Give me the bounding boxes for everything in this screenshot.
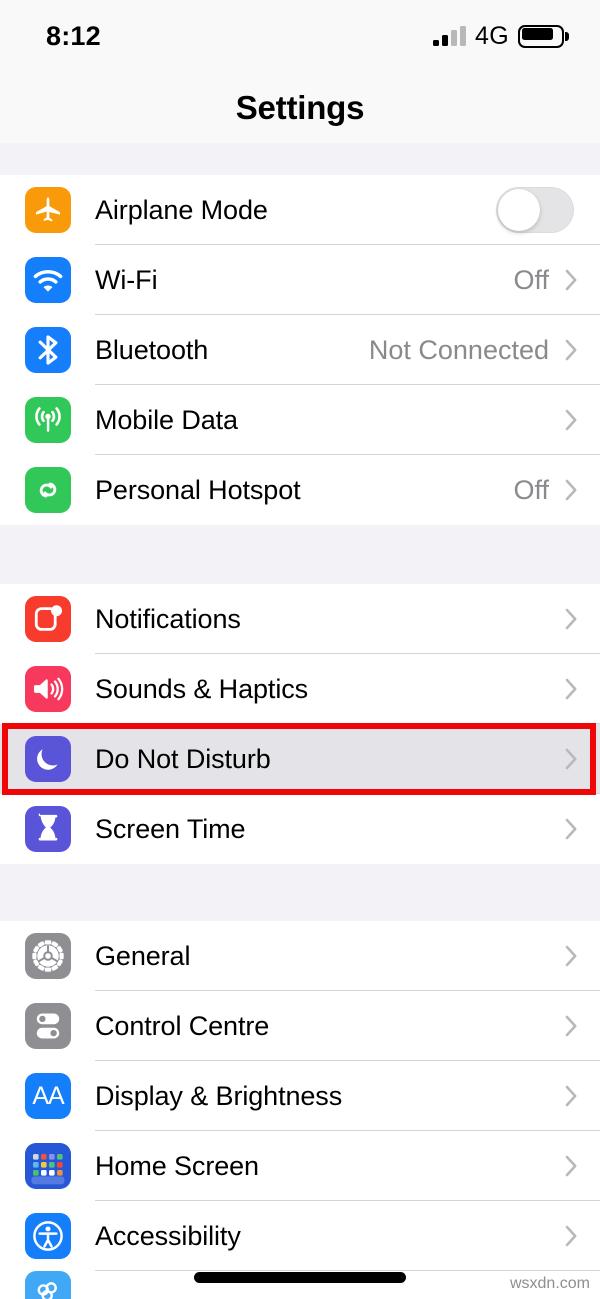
- bluetooth-icon: [25, 327, 71, 373]
- chevron-right-icon: [565, 1155, 578, 1177]
- row-label: Wi-Fi: [95, 264, 158, 295]
- row-value: Not Connected: [368, 334, 549, 365]
- row-label: Screen Time: [95, 813, 246, 844]
- row-label: General: [95, 940, 191, 971]
- row-label: Mobile Data: [95, 404, 238, 435]
- iphone-settings-screen: 8:12 4G Settings Airplane Mode Wi-Fi Off B…: [0, 0, 600, 1299]
- settings-row-screen-time[interactable]: Screen Time: [0, 794, 600, 864]
- chevron-right-icon: [565, 748, 578, 770]
- row-accessory: [565, 409, 600, 431]
- row-accessory: [565, 1015, 600, 1037]
- settings-row-do-not-disturb[interactable]: Do Not Disturb: [0, 724, 600, 794]
- wifi-icon: [25, 257, 71, 303]
- chevron-right-icon: [565, 678, 578, 700]
- settings-group-system: General Control Centre AA Display & Bright…: [0, 921, 600, 1299]
- row-accessory: [565, 678, 600, 700]
- chevron-right-icon: [565, 1225, 578, 1247]
- settings-row-airplane-mode[interactable]: Airplane Mode: [0, 175, 600, 245]
- settings-group-alerts: Notifications Sounds & Haptics Do Not Dis…: [0, 584, 600, 864]
- gear-icon: [25, 933, 71, 979]
- status-time: 8:12: [46, 20, 101, 51]
- status-indicators: 4G: [433, 21, 569, 51]
- settings-group-connectivity: Airplane Mode Wi-Fi Off Bluetooth Not Conne…: [0, 175, 600, 525]
- row-label: Notifications: [95, 603, 241, 634]
- chevron-right-icon: [565, 1015, 578, 1037]
- status-bar: 8:12 4G: [0, 0, 600, 72]
- group-spacer-2: [0, 864, 600, 921]
- row-accessory: [565, 818, 600, 840]
- chevron-right-icon: [565, 339, 578, 361]
- row-accessory: [565, 945, 600, 967]
- settings-row-personal-hotspot[interactable]: Personal Hotspot Off: [0, 455, 600, 525]
- chevron-right-icon: [565, 409, 578, 431]
- row-accessory: [565, 1225, 600, 1247]
- row-label: Control Centre: [95, 1010, 270, 1041]
- navigation-bar: Settings: [0, 72, 600, 143]
- hourglass-icon: [25, 806, 71, 852]
- row-label: Airplane Mode: [95, 194, 268, 225]
- row-label: Personal Hotspot: [95, 474, 301, 505]
- moon-icon: [25, 736, 71, 782]
- row-label: Sounds & Haptics: [95, 673, 309, 704]
- chevron-right-icon: [565, 479, 578, 501]
- antenna-icon: [25, 397, 71, 443]
- cellular-signal-icon: [433, 26, 467, 46]
- row-accessory: [565, 608, 600, 630]
- row-accessory: [565, 1085, 600, 1107]
- chevron-right-icon: [565, 818, 578, 840]
- chevron-right-icon: [565, 1085, 578, 1107]
- row-accessory: [565, 1155, 600, 1177]
- settings-row-display-brightness[interactable]: AA Display & Brightness: [0, 1061, 600, 1131]
- accessibility-person-icon: [25, 1213, 71, 1259]
- hotspot-icon: [25, 467, 71, 513]
- chevron-right-icon: [565, 945, 578, 967]
- network-type-label: 4G: [475, 21, 509, 50]
- row-value: Off: [513, 264, 549, 295]
- settings-row-wifi[interactable]: Wi-Fi Off: [0, 245, 600, 315]
- page-title: Settings: [235, 88, 365, 126]
- settings-row-sounds-haptics[interactable]: Sounds & Haptics: [0, 654, 600, 724]
- row-accessory: [496, 187, 600, 233]
- row-accessory: Off: [513, 265, 600, 296]
- group-spacer-1: [0, 525, 600, 584]
- settings-row-mobile-data[interactable]: Mobile Data: [0, 385, 600, 455]
- row-value: Off: [513, 474, 549, 505]
- sliders-icon: [25, 1003, 71, 1049]
- settings-list[interactable]: Airplane Mode Wi-Fi Off Bluetooth Not Conne…: [0, 143, 600, 1299]
- row-accessory: [565, 748, 600, 770]
- settings-row-notifications[interactable]: Notifications: [0, 584, 600, 654]
- settings-row-home-screen[interactable]: Home Screen: [0, 1131, 600, 1201]
- chevron-right-icon: [565, 608, 578, 630]
- row-accessory: Not Connected: [369, 335, 600, 366]
- aa-text-icon: AA: [25, 1073, 71, 1119]
- app-grid-icon: [25, 1143, 71, 1189]
- settings-row-bluetooth[interactable]: Bluetooth Not Connected: [0, 315, 600, 385]
- chevron-right-icon: [565, 269, 578, 291]
- home-indicator[interactable]: [194, 1272, 406, 1283]
- settings-row-general[interactable]: General: [0, 921, 600, 991]
- airplane-icon: [25, 187, 71, 233]
- row-label: Bluetooth: [95, 334, 209, 365]
- row-label: Do Not Disturb: [95, 743, 271, 774]
- speaker-icon: [25, 666, 71, 712]
- airplane-mode-toggle[interactable]: [496, 187, 574, 233]
- notification-badge-icon: [25, 596, 71, 642]
- row-accessory: Off: [513, 475, 600, 506]
- row-label: Display & Brightness: [95, 1080, 343, 1111]
- watermark-label: wsxdn.com: [509, 1275, 590, 1292]
- settings-row-control-centre[interactable]: Control Centre: [0, 991, 600, 1061]
- settings-row-accessibility[interactable]: Accessibility: [0, 1201, 600, 1271]
- battery-icon: [518, 24, 569, 48]
- wallpaper-icon: [25, 1271, 71, 1299]
- row-label: Accessibility: [95, 1220, 241, 1251]
- list-top-spacer: [0, 143, 600, 175]
- row-label: Home Screen: [95, 1150, 259, 1181]
